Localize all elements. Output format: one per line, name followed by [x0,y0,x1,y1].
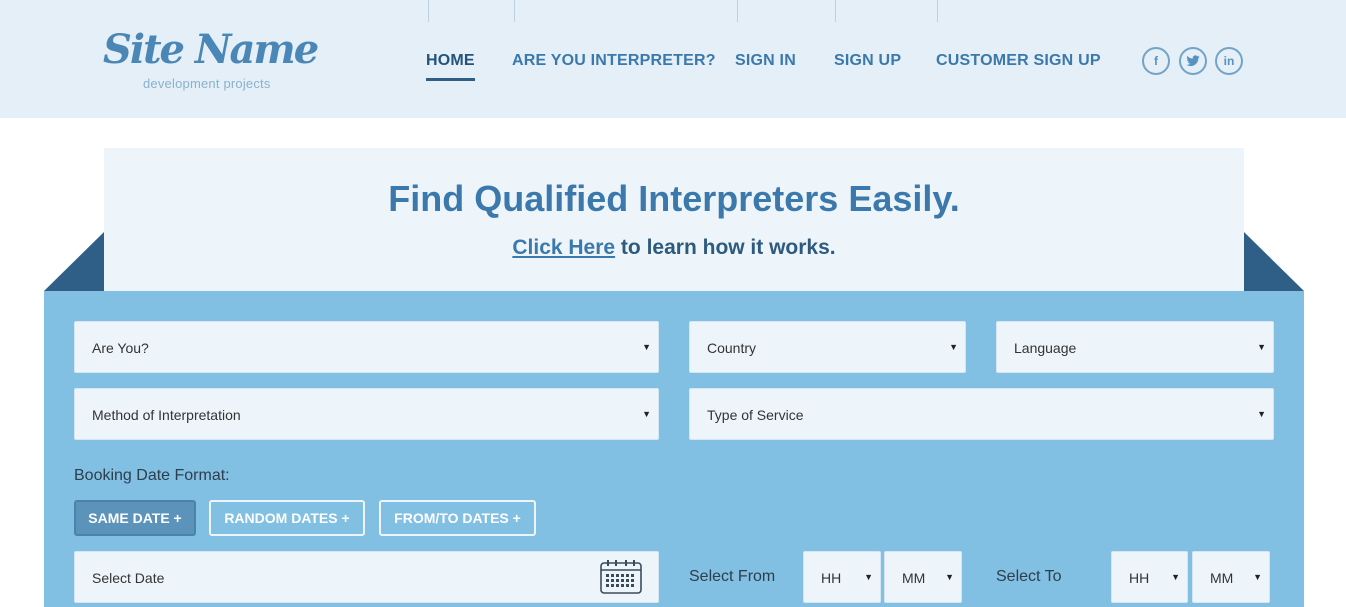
site-logo[interactable]: Site Name development projects [103,26,319,96]
chevron-down-icon: ▼ [949,342,958,352]
header-divider [428,0,429,22]
hero-banner: Find Qualified Interpreters Easily. Clic… [104,148,1244,291]
logo-name: Site Name [103,26,319,73]
nav-customer-sign-up[interactable]: CUSTOMER SIGN UP [936,52,1101,74]
nav-are-you-interpreter[interactable]: ARE YOU INTERPRETER? [512,52,716,74]
twitter-bird-icon [1186,55,1200,67]
select-to-label: Select To [996,568,1062,585]
hero-subtitle-text: to learn how it works. [615,236,836,259]
method-value: Method of Interpretation [92,407,241,423]
chevron-down-icon: ▼ [1257,409,1266,419]
logo-tagline: development projects [143,76,271,91]
banner-fold-right [1244,232,1304,291]
from-hour-value: HH [821,570,842,586]
are-you-select[interactable]: Are You? ▼ [74,321,659,373]
chevron-down-icon: ▼ [1257,342,1266,352]
service-value: Type of Service [707,407,804,423]
nav-active-indicator [426,78,475,81]
header-divider [514,0,515,22]
nav-home[interactable]: HOME [426,52,475,74]
header-divider [835,0,836,22]
header-divider [937,0,938,22]
language-value: Language [1014,340,1077,356]
banner-fold-left [44,232,104,291]
calendar-icon[interactable] [600,559,642,594]
facebook-icon[interactable]: f [1142,47,1170,75]
select-date-placeholder: Select Date [92,570,165,586]
nav-sign-up[interactable]: SIGN UP [834,52,901,74]
twitter-icon[interactable]: t [1179,47,1207,75]
hero-title: Find Qualified Interpreters Easily. [388,178,960,219]
from-to-dates-button[interactable]: FROM/TO DATES + [379,500,536,536]
chevron-down-icon: ▼ [864,572,873,582]
service-select[interactable]: Type of Service ▼ [689,388,1274,440]
hero-subtitle: Click Here to learn how it works. [104,236,1244,260]
from-hour-select[interactable]: HH ▼ [803,551,881,603]
chevron-down-icon: ▼ [945,572,954,582]
method-select[interactable]: Method of Interpretation ▼ [74,388,659,440]
to-hour-select[interactable]: HH ▼ [1111,551,1188,603]
chevron-down-icon: ▼ [1171,572,1180,582]
select-from-label: Select From [689,568,776,585]
to-minute-select[interactable]: MM ▼ [1192,551,1270,603]
chevron-down-icon: ▼ [1253,572,1262,582]
nav-sign-in[interactable]: SIGN IN [735,52,796,74]
linkedin-icon[interactable]: in [1215,47,1243,75]
random-dates-button[interactable]: RANDOM DATES + [209,500,365,536]
are-you-value: Are You? [92,340,149,356]
country-select[interactable]: Country ▼ [689,321,966,373]
chevron-down-icon: ▼ [642,409,651,419]
facebook-glyph: f [1154,54,1158,68]
to-hour-value: HH [1129,570,1150,586]
country-value: Country [707,340,757,356]
click-here-link[interactable]: Click Here [512,236,615,259]
linkedin-glyph: in [1223,54,1235,68]
language-select[interactable]: Language ▼ [996,321,1274,373]
chevron-down-icon: ▼ [642,342,651,352]
same-date-button[interactable]: SAME DATE + [74,500,196,536]
header-divider [737,0,738,22]
site-header: Site Name development projects HOME ARE … [0,0,1346,118]
to-minute-value: MM [1210,570,1234,586]
from-minute-value: MM [902,570,926,586]
from-minute-select[interactable]: MM ▼ [884,551,962,603]
booking-date-format-label: Booking Date Format: [74,467,230,484]
select-date-field[interactable]: Select Date [74,551,659,603]
